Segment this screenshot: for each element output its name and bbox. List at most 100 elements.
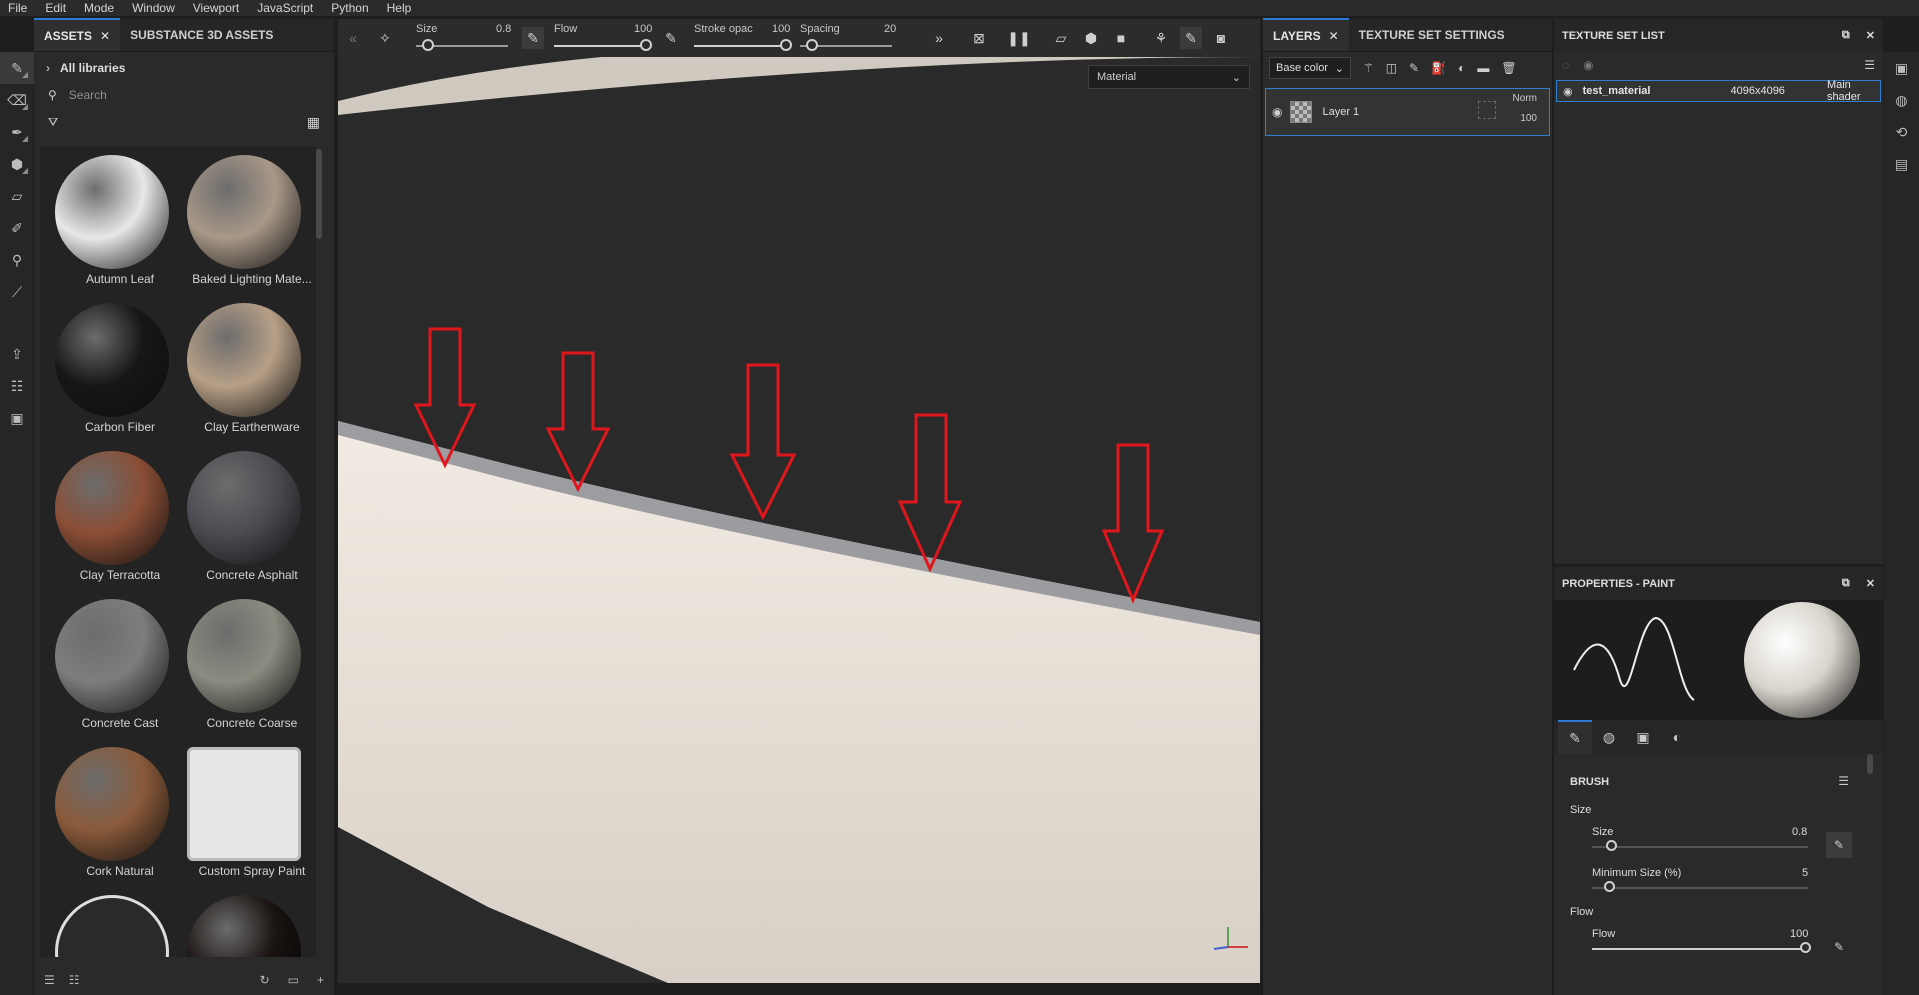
asset-item[interactable]: Clay Earthenware xyxy=(172,295,302,443)
maximize-icon[interactable]: ⧉ xyxy=(1842,29,1850,42)
folder-icon[interactable]: ▬ xyxy=(1477,61,1489,75)
close-icon[interactable]: ✕ xyxy=(100,29,110,43)
menu-python[interactable]: Python xyxy=(331,1,368,15)
camera-icon[interactable]: ■ xyxy=(1110,27,1132,49)
expand-right-icon[interactable]: » xyxy=(928,27,950,49)
asset-item[interactable]: Baked Lighting Mate... xyxy=(172,147,312,295)
paint-mode-icon[interactable]: ✎ xyxy=(1180,27,1202,49)
flow-pressure-icon[interactable]: ✎ xyxy=(1834,940,1844,954)
paint-layer-icon[interactable]: ✎ xyxy=(1409,61,1419,75)
eraser-tool[interactable]: ⌫ ◢ xyxy=(0,84,34,116)
library-selector[interactable]: › All libraries xyxy=(34,52,334,84)
menu-javascript[interactable]: JavaScript xyxy=(257,1,313,15)
asset-item[interactable]: Clay Terracotta xyxy=(40,443,170,591)
menu-window[interactable]: Window xyxy=(132,1,175,15)
2d-view-icon[interactable]: ▱ xyxy=(1050,27,1072,49)
tab-stencil[interactable]: ▣ xyxy=(1626,720,1660,754)
asset-item[interactable] xyxy=(172,887,302,957)
pause-icon[interactable]: ❚❚ xyxy=(1007,27,1030,49)
asset-item[interactable] xyxy=(40,887,170,957)
flow-value[interactable]: 100 xyxy=(1790,928,1808,940)
flow-slider[interactable] xyxy=(554,45,646,47)
tab-alpha[interactable]: ◍ xyxy=(1592,720,1626,754)
flow-slider-knob[interactable] xyxy=(1800,942,1811,953)
search-field[interactable]: ⚲ Search xyxy=(34,84,334,106)
menu-mode[interactable]: Mode xyxy=(84,1,114,15)
polygon-fill-tool[interactable]: ▱ xyxy=(0,180,34,212)
menu-edit[interactable]: Edit xyxy=(45,1,66,15)
symmetry-icon[interactable]: ⚘ xyxy=(1150,27,1172,49)
properties-scrollbar[interactable] xyxy=(1867,754,1873,774)
flow-slider-knob[interactable] xyxy=(640,39,652,51)
log-button[interactable]: ▤ xyxy=(1884,148,1919,180)
asset-item[interactable]: Concrete Coarse xyxy=(172,591,302,739)
trash-icon[interactable]: 🗑 xyxy=(1501,61,1516,75)
close-icon[interactable]: ✕ xyxy=(1866,577,1875,590)
geometry-fill-tool[interactable]: ⬢ ◢ xyxy=(0,148,34,180)
min-size-slider[interactable] xyxy=(1592,887,1808,889)
stroke-opacity-slider[interactable] xyxy=(694,45,786,47)
list-view-icon[interactable]: ☰ xyxy=(44,973,55,987)
tab-assets[interactable]: ASSETS ✕ xyxy=(34,18,121,51)
color-picker-tool[interactable]: ⟋ xyxy=(0,276,34,308)
eye-icon[interactable]: ◉ xyxy=(1583,58,1593,72)
texture-set-row[interactable]: ◉ test_material 4096x4096 Main shader xyxy=(1556,79,1881,103)
3d-view-icon[interactable]: ⬢ xyxy=(1080,27,1102,49)
stroke-opacity-knob[interactable] xyxy=(780,39,792,51)
export-tool[interactable]: ⇪ xyxy=(0,338,34,370)
close-icon[interactable]: ✕ xyxy=(1329,29,1339,43)
asset-item[interactable]: Concrete Cast xyxy=(40,591,170,739)
smudge-tool[interactable]: ✐ xyxy=(0,212,34,244)
viewport-mode-select[interactable]: Material ⌄ xyxy=(1088,65,1250,89)
tab-substance-3d-assets[interactable]: SUBSTANCE 3D ASSETS xyxy=(120,18,283,51)
history-button[interactable]: ⟲ xyxy=(1884,116,1919,148)
refresh-icon[interactable]: ↻ xyxy=(260,973,270,987)
eye-icon[interactable]: ◉ xyxy=(1563,85,1573,98)
menu-help[interactable]: Help xyxy=(387,1,412,15)
3d-viewport[interactable]: Material ⌄ xyxy=(338,57,1260,983)
magic-wand-icon[interactable]: ⚚ xyxy=(1363,61,1374,75)
hide-icon[interactable]: ◌ xyxy=(1562,58,1569,72)
hide-overlay-icon[interactable]: ⊠ xyxy=(968,27,990,49)
asset-scrollbar[interactable] xyxy=(316,149,322,239)
flow-pressure-icon[interactable]: ✎ xyxy=(660,27,682,49)
shader-settings-button[interactable]: ◍ xyxy=(1884,84,1919,116)
bake-tool[interactable]: ☷ xyxy=(0,370,34,402)
mask-icon[interactable]: ◫ xyxy=(1386,61,1397,75)
flow-slider[interactable] xyxy=(1592,948,1808,950)
screenshot-icon[interactable]: ◙ xyxy=(1210,27,1232,49)
effect-icon[interactable]: ◐ xyxy=(1458,61,1465,75)
layer-opacity[interactable]: 100 xyxy=(1520,113,1537,124)
grid-view-icon[interactable]: ▦ xyxy=(307,114,320,131)
projection-tool[interactable]: ✒ ◢ xyxy=(0,116,34,148)
asset-item[interactable]: Autumn Leaf xyxy=(40,147,170,295)
size-slider-knob[interactable] xyxy=(422,39,434,51)
tab-layers[interactable]: LAYERS ✕ xyxy=(1263,18,1349,51)
eye-icon[interactable]: ◉ xyxy=(1272,105,1282,119)
display-settings-button[interactable]: ▣ xyxy=(1884,52,1919,84)
layer-blend-mode[interactable]: Norm xyxy=(1513,93,1537,104)
collapse-left-icon[interactable]: « xyxy=(342,27,364,49)
clone-tool[interactable]: ⚲ xyxy=(0,244,34,276)
folder-icon[interactable]: ▭ xyxy=(288,973,299,987)
size-pressure-button[interactable]: ✎ xyxy=(1826,832,1852,858)
menu-icon[interactable]: ☰ xyxy=(1838,774,1849,788)
layer-mask-slot[interactable] xyxy=(1478,101,1496,119)
maximize-icon[interactable]: ⧉ xyxy=(1842,577,1850,590)
add-icon[interactable]: + xyxy=(317,973,324,987)
size-slider-knob[interactable] xyxy=(1606,840,1617,851)
close-icon[interactable]: ✕ xyxy=(1866,29,1875,42)
channel-select[interactable]: Base color ⌄ xyxy=(1269,57,1351,79)
asset-item[interactable]: Carbon Fiber xyxy=(40,295,170,443)
paint-brush-tool[interactable]: ✎ ◢ xyxy=(0,52,34,84)
tab-brush[interactable]: ✎ xyxy=(1558,720,1592,754)
tab-material[interactable]: ◐ xyxy=(1660,720,1694,754)
size-value[interactable]: 0.8 xyxy=(1792,826,1807,838)
filter-icon[interactable]: ⛛ xyxy=(48,115,58,130)
alpha-icon[interactable]: ✧ xyxy=(374,27,396,49)
display-settings-tool[interactable]: ▣ xyxy=(0,402,34,434)
layer-row[interactable]: ◉ Layer 1 Norm 100 xyxy=(1265,88,1550,136)
asset-item[interactable]: Cork Natural xyxy=(40,739,170,887)
collapse-icon[interactable]: ☷ xyxy=(69,973,80,987)
menu-viewport[interactable]: Viewport xyxy=(193,1,239,15)
